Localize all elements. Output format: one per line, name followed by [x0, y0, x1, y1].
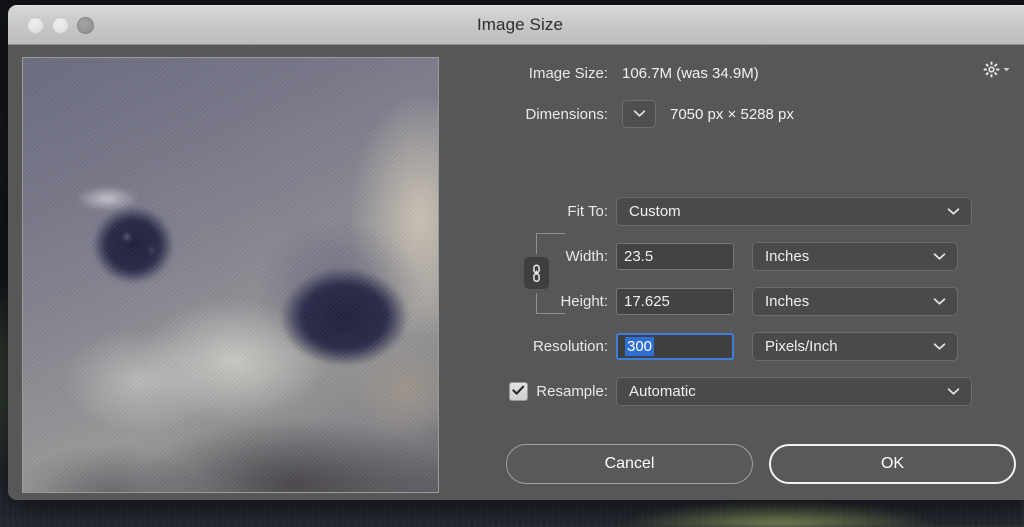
dialog-footer: Cancel OK	[456, 444, 1024, 484]
image-size-row: Image Size: 106.7M (was 34.9M)	[448, 59, 1008, 87]
image-preview[interactable]	[22, 57, 439, 493]
desktop-bottom-highlight	[624, 501, 934, 527]
width-unit-select[interactable]: Inches	[752, 242, 958, 271]
image-size-value: 106.7M (was 34.9M)	[622, 64, 759, 82]
dialog-titlebar[interactable]: Image Size	[8, 5, 1024, 45]
height-unit-select[interactable]: Inches	[752, 287, 958, 316]
resolution-label-col: Resolution:	[448, 338, 616, 356]
resolution-value: 300	[625, 337, 655, 356]
resolution-unit-select[interactable]: Pixels/Inch	[752, 332, 958, 361]
height-input[interactable]: 17.625	[616, 288, 734, 315]
resolution-unit-value: Pixels/Inch	[765, 338, 838, 355]
dimensions-row: Dimensions: 7050 px × 5288 px	[448, 100, 1008, 128]
fit-to-row: Fit To: Custom	[448, 197, 1018, 226]
fit-to-label-col: Fit To:	[448, 203, 616, 221]
width-unit-value: Inches	[765, 248, 810, 265]
settings-panel: Image Size: 106.7M (was 34.9M) Dimension…	[448, 45, 1024, 500]
width-value: 23.5	[624, 248, 654, 265]
dialog-body: Image Size: 106.7M (was 34.9M) Dimension…	[8, 45, 1024, 500]
height-value: 17.625	[624, 293, 670, 310]
settings-menu-button[interactable]	[983, 61, 1010, 78]
dimensions-units-button[interactable]	[622, 100, 656, 128]
chevron-down-icon	[633, 105, 646, 123]
height-label-col: Height:	[448, 293, 616, 311]
resample-value: Automatic	[629, 383, 696, 400]
chevron-down-icon	[947, 383, 960, 401]
width-label: Width:	[565, 247, 608, 265]
resample-select[interactable]: Automatic	[616, 377, 972, 406]
height-unit-value: Inches	[765, 293, 810, 310]
dialog-title: Image Size	[476, 15, 564, 34]
resolution-input[interactable]: 300	[616, 333, 734, 360]
resample-checkbox[interactable]	[509, 382, 529, 401]
preview-grain-overlay	[23, 58, 438, 492]
chevron-down-icon	[933, 248, 946, 266]
image-size-dialog: Image Size Image Size: 106.7M (was 34.9M…	[8, 5, 1024, 500]
width-row: Width: 23.5 Inches	[448, 242, 1018, 271]
chevron-down-icon	[947, 203, 960, 221]
height-label: Height:	[560, 292, 608, 310]
chevron-down-icon	[933, 338, 946, 356]
fit-to-label: Fit To:	[567, 202, 608, 220]
width-label-col: Width:	[448, 248, 616, 266]
resample-label: Resample:	[536, 383, 608, 400]
resolution-label: Resolution:	[532, 337, 608, 355]
cancel-button[interactable]: Cancel	[506, 444, 753, 484]
image-size-label: Image Size:	[528, 64, 608, 82]
checkmark-icon	[512, 383, 525, 401]
fit-to-value: Custom	[629, 203, 681, 220]
gear-icon	[983, 61, 1000, 78]
fit-to-select[interactable]: Custom	[616, 197, 972, 226]
resample-label-col: Resample:	[448, 382, 616, 401]
resample-row: Resample: Automatic	[448, 377, 1018, 406]
height-row: Height: 17.625 Inches	[448, 287, 1018, 316]
chevron-down-icon	[1003, 66, 1010, 73]
resolution-row: Resolution: 300 Pixels/Inch	[448, 332, 1018, 361]
dimensions-value: 7050 px × 5288 px	[670, 105, 794, 123]
chevron-down-icon	[933, 293, 946, 311]
dimensions-label: Dimensions:	[525, 105, 608, 123]
width-input[interactable]: 23.5	[616, 243, 734, 270]
ok-button[interactable]: OK	[769, 444, 1016, 484]
